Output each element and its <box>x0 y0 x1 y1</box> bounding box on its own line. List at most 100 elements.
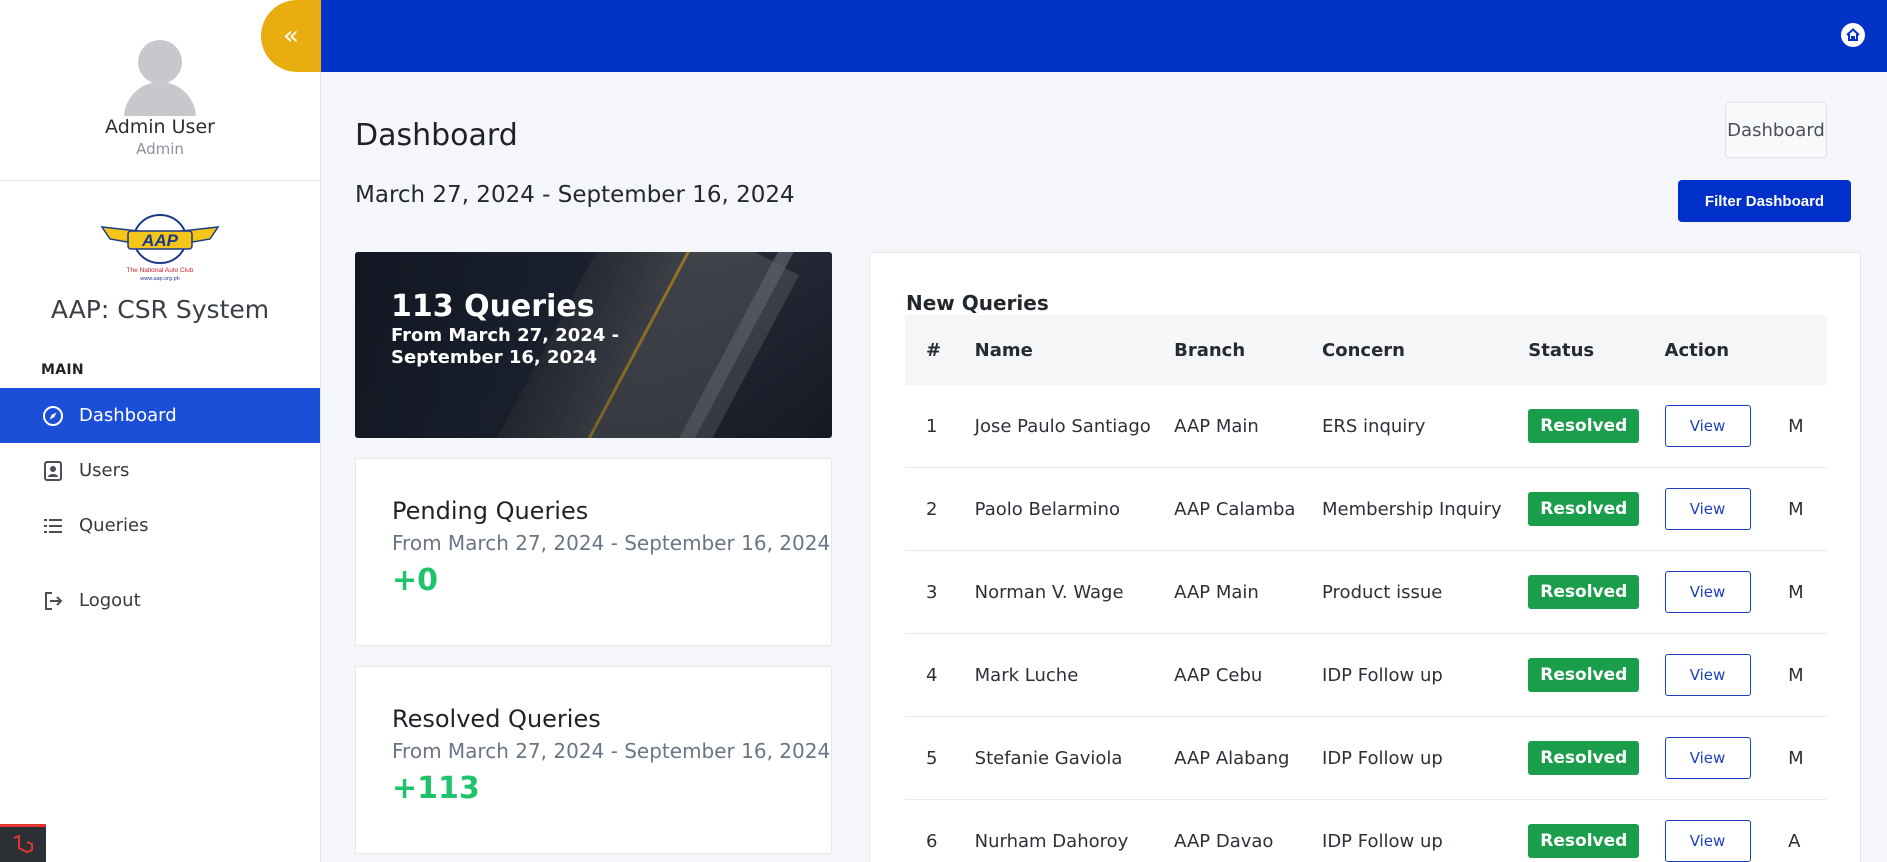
table-header: # Name Branch Concern Status Action <box>905 315 1827 385</box>
cell-name: Mark Luche <box>974 664 1079 686</box>
page-title: Dashboard <box>355 118 518 153</box>
cell-branch: AAP Calamba <box>1174 498 1296 520</box>
total-queries-subtitle: From March 27, 2024 - September 16, 2024 <box>391 325 620 368</box>
table-row: 4 Mark Luche AAP Cebu IDP Follow up Reso… <box>905 634 1827 717</box>
cell-number: 3 <box>926 581 938 603</box>
column-header-concern: Concern <box>1322 339 1405 361</box>
logout-icon <box>42 590 64 612</box>
status-badge: Resolved <box>1528 824 1640 858</box>
cell-name: Jose Paulo Santiago <box>974 415 1151 437</box>
cell-truncated: M <box>1788 747 1804 769</box>
topbar <box>321 0 1887 72</box>
sidebar-nav: Dashboard Users Queries Logout <box>0 388 320 628</box>
cell-truncated: M <box>1788 581 1804 603</box>
cell-concern: IDP Follow up <box>1322 830 1443 852</box>
new-queries-title: New Queries <box>906 291 1049 315</box>
brand-title: AAP: CSR System <box>50 295 270 324</box>
cell-branch: AAP Alabang <box>1174 747 1290 769</box>
status-badge: Resolved <box>1528 741 1640 775</box>
total-queries-title: 113 Queries <box>391 289 595 324</box>
resolved-queries-value: +113 <box>392 771 480 806</box>
cell-number: 5 <box>926 747 938 769</box>
cell-name: Stefanie Gaviola <box>974 747 1123 769</box>
logout-label: Logout <box>79 590 141 611</box>
cell-name: Nurham Dahoroy <box>974 830 1129 852</box>
cell-concern: Membership Inquiry <box>1322 498 1502 520</box>
sidebar-item-label: Users <box>79 460 130 481</box>
view-button[interactable]: View <box>1664 820 1751 862</box>
sidebar-item-users[interactable]: Users <box>0 443 320 498</box>
resolved-queries-card: Resolved Queries From March 27, 2024 - S… <box>355 666 832 854</box>
sidebar-item-label: Queries <box>79 515 149 536</box>
pending-queries-subtitle: From March 27, 2024 - September 16, 2024 <box>392 531 831 555</box>
total-queries-card: 113 Queries From March 27, 2024 - Septem… <box>355 252 832 438</box>
compass-icon <box>42 405 64 427</box>
cell-name: Paolo Belarmino <box>974 498 1120 520</box>
profile-role: Admin <box>136 140 184 158</box>
cell-number: 6 <box>926 830 938 852</box>
view-button[interactable]: View <box>1664 488 1751 530</box>
list-icon <box>42 515 64 537</box>
column-header-status: Status <box>1528 339 1595 361</box>
cell-truncated: M <box>1788 415 1804 437</box>
avatar <box>124 40 196 116</box>
contacts-icon <box>42 460 64 482</box>
sidebar-item-queries[interactable]: Queries <box>0 498 320 553</box>
cell-branch: AAP Davao <box>1174 830 1274 852</box>
logo-text: AAP <box>141 231 179 250</box>
table-row: 1 Jose Paulo Santiago AAP Main ERS inqui… <box>905 385 1827 468</box>
cell-number: 4 <box>926 664 938 686</box>
logo-tagline: The National Auto Club <box>127 267 194 274</box>
cell-branch: AAP Main <box>1174 581 1259 603</box>
sidebar: Admin User Admin AAP The National Auto C… <box>0 0 321 862</box>
queries-table: # Name Branch Concern Status Action 1 Jo… <box>905 315 1827 862</box>
cell-concern: ERS inquiry <box>1322 415 1426 437</box>
pending-queries-title: Pending Queries <box>392 497 589 525</box>
status-badge: Resolved <box>1528 492 1640 526</box>
home-icon[interactable] <box>1841 23 1865 47</box>
table-row: 3 Norman V. Wage AAP Main Product issue … <box>905 551 1827 634</box>
brand: AAP The National Auto Club www.aap.org.p… <box>0 181 320 324</box>
cell-truncated: A <box>1788 830 1801 852</box>
view-button[interactable]: View <box>1664 654 1751 696</box>
cell-concern: IDP Follow up <box>1322 664 1443 686</box>
new-queries-card: New Queries # Name Branch Concern Status… <box>869 252 1861 862</box>
sidebar-item-label: Dashboard <box>79 405 177 426</box>
table-row: 2 Paolo Belarmino AAP Calamba Membership… <box>905 468 1827 551</box>
cell-branch: AAP Cebu <box>1174 664 1263 686</box>
status-badge: Resolved <box>1528 575 1640 609</box>
column-header-branch: Branch <box>1174 339 1246 361</box>
cell-concern: IDP Follow up <box>1322 747 1443 769</box>
cell-branch: AAP Main <box>1174 415 1259 437</box>
cell-number: 2 <box>926 498 938 520</box>
view-button[interactable]: View <box>1664 571 1751 613</box>
cell-truncated: M <box>1788 498 1804 520</box>
column-header-action: Action <box>1664 339 1730 361</box>
section-label-main: MAIN <box>41 362 84 378</box>
aap-logo: AAP The National Auto Club www.aap.org.p… <box>100 214 220 282</box>
resolved-queries-subtitle: From March 27, 2024 - September 16, 2024 <box>392 739 831 763</box>
sidebar-item-dashboard[interactable]: Dashboard <box>0 388 320 443</box>
date-range: March 27, 2024 - September 16, 2024 <box>355 182 795 208</box>
column-header-name: Name <box>974 339 1033 361</box>
view-button[interactable]: View <box>1664 737 1751 779</box>
cell-concern: Product issue <box>1322 581 1443 603</box>
table-row: 6 Nurham Dahoroy AAP Davao IDP Follow up… <box>905 800 1827 862</box>
status-badge: Resolved <box>1528 658 1640 692</box>
main-content: Dashboard Dashboard March 27, 2024 - Sep… <box>321 72 1887 862</box>
filter-dashboard-button[interactable]: Filter Dashboard <box>1678 180 1851 222</box>
table-row: 5 Stefanie Gaviola AAP Alabang IDP Follo… <box>905 717 1827 800</box>
resolved-queries-title: Resolved Queries <box>392 705 601 733</box>
logo-url: www.aap.org.ph <box>139 276 179 282</box>
cell-number: 1 <box>926 415 938 437</box>
cell-name: Norman V. Wage <box>974 581 1124 603</box>
logout-button[interactable]: Logout <box>0 573 320 628</box>
laravel-icon[interactable] <box>0 824 46 862</box>
cell-truncated: M <box>1788 664 1804 686</box>
view-button[interactable]: View <box>1664 405 1751 447</box>
column-header-number: # <box>926 339 942 361</box>
breadcrumb[interactable]: Dashboard <box>1725 102 1827 158</box>
status-badge: Resolved <box>1528 409 1640 443</box>
pending-queries-card: Pending Queries From March 27, 2024 - Se… <box>355 458 832 646</box>
profile-name: Admin User <box>105 116 215 138</box>
